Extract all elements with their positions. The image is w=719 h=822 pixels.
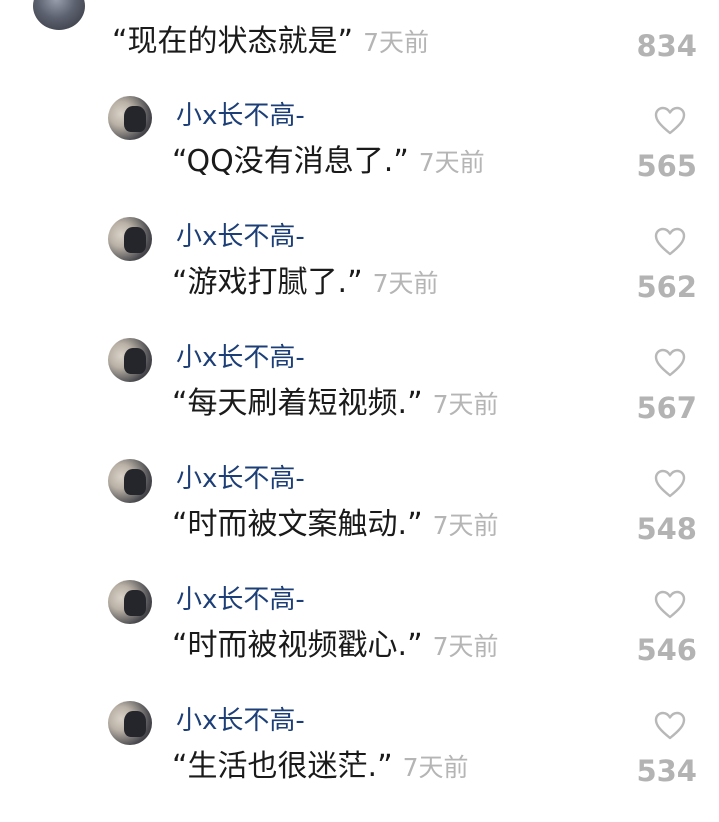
username[interactable]: 小x长不高- [176,459,305,499]
username[interactable]: 小x长不高- [176,580,305,620]
reply-body: “时而被视频戳心.” 7天前 [172,622,499,671]
reply-item: 小x长不高- “生活也很迷茫.” 7天前 534 [0,701,719,822]
comment-text: “现在的状态就是” [112,24,354,59]
reply-body: “QQ没有消息了.” 7天前 [172,138,485,187]
like-count: 534 [636,754,697,788]
avatar[interactable] [108,217,152,261]
avatar[interactable] [108,580,152,624]
comment-time: 7天前 [363,28,429,57]
heart-icon[interactable] [654,227,686,257]
reply-item: 小x长不高- “游戏打腻了.” 7天前 562 [0,217,719,338]
reply-text: “QQ没有消息了.” [172,144,409,179]
username[interactable]: 小x长不高- [176,217,305,257]
heart-icon[interactable] [654,469,686,499]
reply-time: 7天前 [372,269,439,298]
reply-text: “时而被文案触动.” [172,507,423,542]
reply-body: “时而被文案触动.” 7天前 [172,501,499,550]
reply-text: “游戏打腻了.” [172,265,363,300]
heart-icon[interactable] [654,590,686,620]
username[interactable]: 小x长不高- [176,96,305,136]
avatar[interactable] [108,96,152,140]
heart-icon[interactable] [654,106,686,136]
username[interactable]: 小x长不高- [176,338,305,378]
avatar[interactable] [33,0,85,30]
avatar[interactable] [108,701,152,745]
reply-time: 7天前 [432,632,499,661]
like-count: 546 [636,633,697,667]
top-comment: “现在的状态就是” 7天前 [112,18,429,66]
avatar[interactable] [108,338,152,382]
reply-item: 小x长不高- “每天刷着短视频.” 7天前 567 [0,338,719,459]
username[interactable]: 小x长不高- [176,701,305,741]
reply-time: 7天前 [432,511,499,540]
reply-item: 小x长不高- “QQ没有消息了.” 7天前 565 [0,96,719,217]
like-count: 548 [636,512,697,546]
reply-item: 小x长不高- “时而被文案触动.” 7天前 548 [0,459,719,580]
reply-text: “每天刷着短视频.” [172,386,423,421]
avatar[interactable] [108,459,152,503]
heart-icon[interactable] [654,711,686,741]
like-count: 565 [636,149,697,183]
reply-body: “游戏打腻了.” 7天前 [172,259,439,308]
reply-time: 7天前 [402,753,469,782]
heart-icon[interactable] [654,348,686,378]
reply-time: 7天前 [418,148,485,177]
reply-time: 7天前 [432,390,499,419]
reply-body: “每天刷着短视频.” 7天前 [172,380,499,429]
like-count: 567 [636,391,697,425]
like-count: 834 [636,29,697,63]
reply-item: 小x长不高- “时而被视频戳心.” 7天前 546 [0,580,719,701]
reply-body: “生活也很迷茫.” 7天前 [172,743,469,792]
reply-text: “时而被视频戳心.” [172,628,423,663]
reply-text: “生活也很迷茫.” [172,749,393,784]
like-count: 562 [636,270,697,304]
